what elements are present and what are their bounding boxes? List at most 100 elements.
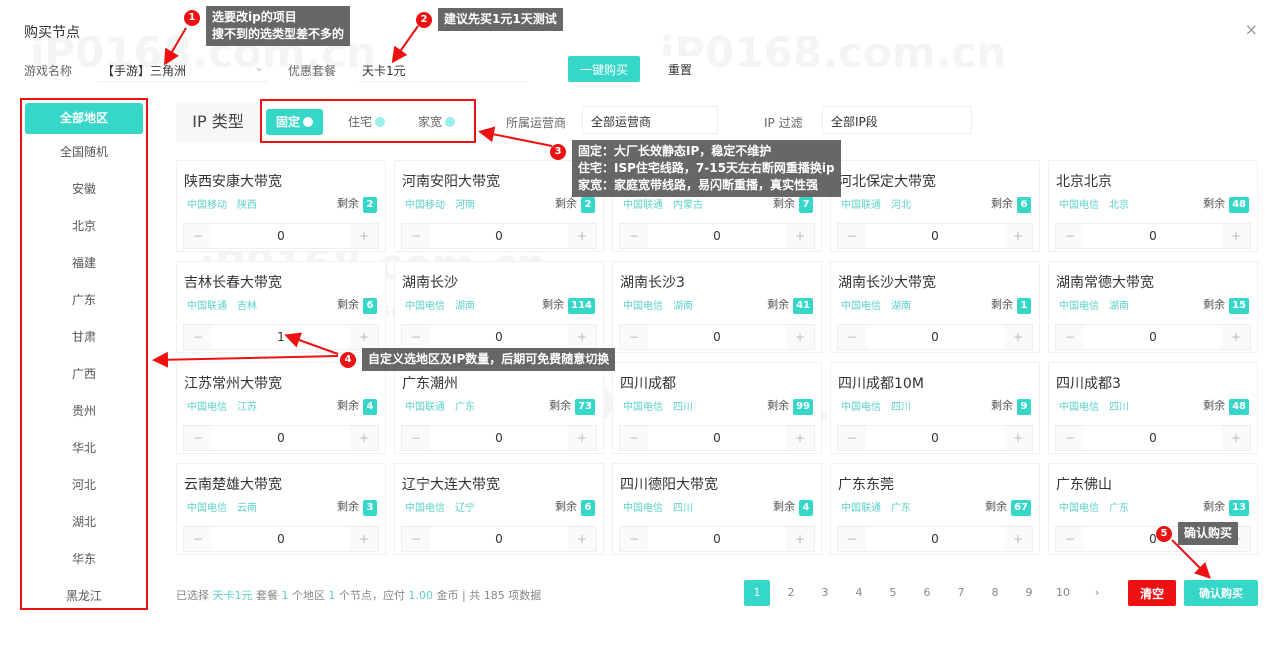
minus-icon[interactable]: − bbox=[402, 426, 430, 450]
minus-icon[interactable]: − bbox=[620, 224, 648, 248]
sidebar-item-region[interactable]: 湖北 bbox=[22, 504, 146, 541]
quantity-input[interactable]: 0 bbox=[648, 426, 786, 450]
plus-icon[interactable]: + bbox=[568, 325, 596, 349]
minus-icon[interactable]: − bbox=[184, 325, 212, 349]
reset-button[interactable]: 重置 bbox=[660, 56, 700, 82]
quantity-input[interactable]: 0 bbox=[1084, 325, 1222, 349]
sidebar-item-region[interactable]: 全部地区 bbox=[25, 103, 143, 134]
plus-icon[interactable]: + bbox=[350, 224, 378, 248]
plus-icon[interactable]: + bbox=[1004, 325, 1032, 349]
isp-select[interactable]: 全部运营商 bbox=[582, 106, 718, 134]
ip-type-home[interactable]: 家宽 bbox=[408, 109, 465, 135]
minus-icon[interactable]: − bbox=[838, 224, 866, 248]
minus-icon[interactable]: − bbox=[1056, 527, 1084, 551]
plus-icon[interactable]: + bbox=[568, 224, 596, 248]
minus-icon[interactable]: − bbox=[402, 527, 430, 551]
quantity-input[interactable]: 0 bbox=[866, 224, 1004, 248]
ip-filter-select[interactable]: 全部IP段 bbox=[822, 106, 972, 134]
page-button[interactable]: 2 bbox=[778, 580, 804, 606]
sidebar-item-region[interactable]: 华北 bbox=[22, 430, 146, 467]
minus-icon[interactable]: − bbox=[620, 426, 648, 450]
ip-type-residential[interactable]: 住宅 bbox=[338, 109, 395, 135]
sidebar-item-region[interactable]: 安徽 bbox=[22, 171, 146, 208]
ip-type-fixed[interactable]: 固定 bbox=[266, 109, 324, 135]
quantity-input[interactable]: 1 bbox=[212, 325, 350, 349]
sidebar-item-region[interactable]: 华东 bbox=[22, 541, 146, 578]
quantity-input[interactable]: 0 bbox=[648, 325, 786, 349]
plus-icon[interactable]: + bbox=[786, 527, 814, 551]
quantity-input[interactable]: 0 bbox=[430, 527, 568, 551]
plus-icon[interactable]: + bbox=[350, 527, 378, 551]
minus-icon[interactable]: − bbox=[184, 527, 212, 551]
quantity-input[interactable]: 0 bbox=[212, 426, 350, 450]
page-button[interactable]: 8 bbox=[982, 580, 1008, 606]
plus-icon[interactable]: + bbox=[1004, 224, 1032, 248]
sidebar-item-region[interactable]: 贵州 bbox=[22, 393, 146, 430]
next-page-icon[interactable]: › bbox=[1084, 580, 1110, 606]
sidebar-item-region[interactable]: 广西 bbox=[22, 356, 146, 393]
step-4-badge: 4 bbox=[340, 352, 356, 368]
plus-icon[interactable]: + bbox=[786, 224, 814, 248]
page-button[interactable]: 3 bbox=[812, 580, 838, 606]
plus-icon[interactable]: + bbox=[568, 527, 596, 551]
plus-icon[interactable]: + bbox=[1222, 325, 1250, 349]
page-button[interactable]: 4 bbox=[846, 580, 872, 606]
quantity-input[interactable]: 0 bbox=[866, 527, 1004, 551]
sidebar-item-region[interactable]: 全国随机 bbox=[22, 134, 146, 171]
page-button[interactable]: 10 bbox=[1050, 580, 1076, 606]
minus-icon[interactable]: − bbox=[184, 224, 212, 248]
quantity-input[interactable]: 0 bbox=[430, 325, 568, 349]
minus-icon[interactable]: − bbox=[838, 325, 866, 349]
package-select[interactable]: 天卡1元 bbox=[358, 56, 528, 82]
minus-icon[interactable]: − bbox=[838, 426, 866, 450]
quantity-input[interactable]: 0 bbox=[648, 224, 786, 248]
quantity-input[interactable]: 0 bbox=[430, 224, 568, 248]
quantity-stepper: −0+ bbox=[619, 223, 815, 249]
one-click-buy-button[interactable]: 一键购买 bbox=[568, 56, 640, 82]
minus-icon[interactable]: − bbox=[402, 325, 430, 349]
ip-filter-row: IP 类型 固定 住宅 家宽 所属运营商 全部运营商 IP 过滤 全部IP段 bbox=[176, 99, 1096, 143]
minus-icon[interactable]: − bbox=[1056, 224, 1084, 248]
sidebar-item-region[interactable]: 甘肃 bbox=[22, 319, 146, 356]
minus-icon[interactable]: − bbox=[620, 527, 648, 551]
minus-icon[interactable]: − bbox=[184, 426, 212, 450]
plus-icon[interactable]: + bbox=[568, 426, 596, 450]
minus-icon[interactable]: − bbox=[838, 527, 866, 551]
minus-icon[interactable]: − bbox=[402, 224, 430, 248]
plus-icon[interactable]: + bbox=[1222, 224, 1250, 248]
sidebar-item-region[interactable]: 北京 bbox=[22, 208, 146, 245]
plus-icon[interactable]: + bbox=[350, 325, 378, 349]
quantity-input[interactable]: 0 bbox=[212, 224, 350, 248]
node-name: 湖南长沙 bbox=[402, 275, 458, 291]
quantity-input[interactable]: 0 bbox=[212, 527, 350, 551]
plus-icon[interactable]: + bbox=[1222, 426, 1250, 450]
plus-icon[interactable]: + bbox=[350, 426, 378, 450]
close-icon[interactable]: × bbox=[1245, 20, 1258, 39]
page-button[interactable]: 1 bbox=[744, 580, 770, 606]
plus-icon[interactable]: + bbox=[1004, 527, 1032, 551]
page-button[interactable]: 6 bbox=[914, 580, 940, 606]
minus-icon[interactable]: − bbox=[620, 325, 648, 349]
sidebar-item-region[interactable]: 黑龙江 bbox=[22, 578, 146, 615]
confirm-purchase-button[interactable]: 确认购买 bbox=[1184, 580, 1258, 606]
plus-icon[interactable]: + bbox=[786, 325, 814, 349]
page-button[interactable]: 9 bbox=[1016, 580, 1042, 606]
page-button[interactable]: 5 bbox=[880, 580, 906, 606]
sidebar-item-region[interactable]: 河北 bbox=[22, 467, 146, 504]
plus-icon[interactable]: + bbox=[1004, 426, 1032, 450]
page-button[interactable]: 7 bbox=[948, 580, 974, 606]
clear-button[interactable]: 清空 bbox=[1128, 580, 1176, 606]
quantity-input[interactable]: 0 bbox=[1084, 426, 1222, 450]
sidebar-item-region[interactable]: 广东 bbox=[22, 282, 146, 319]
minus-icon[interactable]: − bbox=[1056, 426, 1084, 450]
quantity-input[interactable]: 0 bbox=[430, 426, 568, 450]
quantity-input[interactable]: 0 bbox=[866, 426, 1004, 450]
node-name: 辽宁大连大带宽 bbox=[402, 477, 500, 493]
minus-icon[interactable]: − bbox=[1056, 325, 1084, 349]
sidebar-item-region[interactable]: 福建 bbox=[22, 245, 146, 282]
quantity-input[interactable]: 0 bbox=[648, 527, 786, 551]
plus-icon[interactable]: + bbox=[786, 426, 814, 450]
quantity-input[interactable]: 0 bbox=[1084, 224, 1222, 248]
quantity-input[interactable]: 0 bbox=[866, 325, 1004, 349]
game-select[interactable]: 【手游】三角洲 ⌄ bbox=[98, 56, 268, 82]
